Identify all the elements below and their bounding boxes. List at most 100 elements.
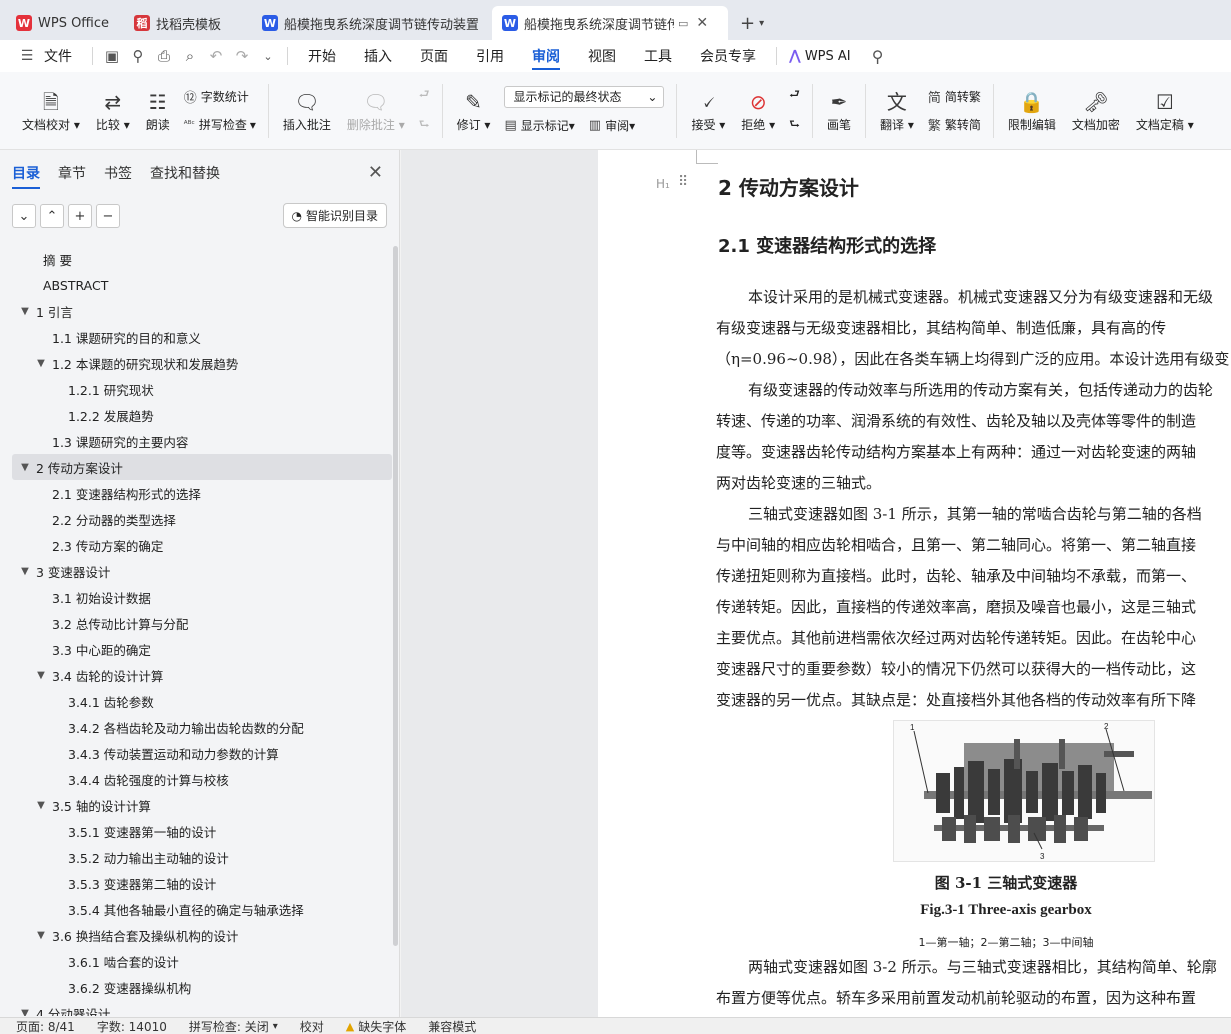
- toc-item[interactable]: 3.1 初始设计数据: [12, 584, 392, 610]
- missing-font-indicator[interactable]: ▲ 缺失字体: [346, 1018, 406, 1034]
- proof-indicator[interactable]: 校对: [300, 1018, 324, 1034]
- toc-item[interactable]: ▼ 1.2 本课题的研究现状和发展趋势: [12, 350, 392, 376]
- toc-item[interactable]: ▼ 1 引言: [12, 298, 392, 324]
- expand-arrow-icon[interactable]: ▼: [18, 306, 32, 317]
- previous-change-icon[interactable]: ⮐: [789, 86, 800, 106]
- read-aloud-button[interactable]: ☷ 朗读: [138, 79, 178, 143]
- toc-item[interactable]: 2.2 分动器的类型选择: [12, 506, 392, 532]
- toc-item[interactable]: 3.5.4 其他各轴最小直径的确定与轴承选择: [12, 896, 392, 922]
- menu-insert[interactable]: 插入: [350, 40, 406, 72]
- chevron-down-icon[interactable]: ▾: [759, 18, 764, 29]
- toc-item[interactable]: 3.4.3 传动装置运动和动力参数的计算: [12, 740, 392, 766]
- undo-icon[interactable]: ↶: [203, 40, 229, 72]
- save-icon[interactable]: ▣: [99, 40, 125, 72]
- toc-item[interactable]: ABSTRACT: [12, 272, 392, 298]
- toc-item[interactable]: 2.1 变速器结构形式的选择: [12, 480, 392, 506]
- markup-state-select[interactable]: 显示标记的最终状态 ⌄: [504, 85, 665, 108]
- expand-arrow-icon[interactable]: ▼: [34, 670, 48, 681]
- toc-item[interactable]: 3.6.1 啮合套的设计: [12, 948, 392, 974]
- toc-item[interactable]: 1.1 课题研究的目的和意义: [12, 324, 392, 350]
- to-traditional-button[interactable]: 简简转繁: [928, 87, 981, 107]
- toc-item[interactable]: 1.3 课题研究的主要内容: [12, 428, 392, 454]
- sidebar-scrollbar[interactable]: [393, 246, 398, 946]
- wps-ai-button[interactable]: ⋀ WPS AI: [783, 40, 865, 72]
- document-page[interactable]: H₁ ⠿ 2 传动方案设计 2.1 变速器结构形式的选择 本设计采用的是机械式变…: [598, 150, 1231, 1017]
- revise-button[interactable]: ✎ 修订 ▾: [449, 79, 499, 143]
- tab-find-replace[interactable]: 查找和替换: [150, 163, 220, 183]
- smart-toc-button[interactable]: ◔ 智能识别目录: [282, 203, 387, 228]
- expand-arrow-icon[interactable]: ▼: [18, 1008, 32, 1017]
- close-icon[interactable]: ✕: [696, 15, 708, 31]
- print-icon[interactable]: ⎙: [151, 40, 177, 72]
- toc-item[interactable]: 3.4.4 齿轮强度的计算与校核: [12, 766, 392, 792]
- toc-item[interactable]: 3.6.2 变速器操纵机构: [12, 974, 392, 1000]
- review-pane-button[interactable]: ▥ 审阅 ▾: [589, 116, 635, 136]
- pen-button[interactable]: ✒ 画笔: [819, 79, 859, 143]
- previous-comment-icon[interactable]: ⮐: [419, 86, 430, 106]
- tab-bookmarks[interactable]: 书签: [104, 163, 132, 183]
- expand-arrow-icon[interactable]: ▼: [18, 566, 32, 577]
- menu-reference[interactable]: 引用: [462, 40, 518, 72]
- next-change-icon[interactable]: ⮑: [789, 116, 800, 136]
- toc-item[interactable]: ▼ 3.4 齿轮的设计计算: [12, 662, 392, 688]
- plus-icon[interactable]: +: [68, 204, 92, 228]
- link-icon[interactable]: ⚲: [125, 40, 151, 72]
- toc-item[interactable]: 摘 要: [12, 246, 392, 272]
- insert-comment-button[interactable]: 🗨 插入批注: [275, 79, 339, 143]
- to-simplified-button[interactable]: 繁繁转简: [928, 115, 981, 135]
- restrict-edit-button[interactable]: 🔒 限制编辑: [1000, 79, 1064, 143]
- toc-item[interactable]: ▼ 3 变速器设计: [12, 558, 392, 584]
- toc-item[interactable]: ▼ 3.6 换挡结合套及操纵机构的设计: [12, 922, 392, 948]
- expand-arrow-icon[interactable]: ▼: [34, 930, 48, 941]
- accept-button[interactable]: 🗸 接受 ▾: [683, 79, 733, 143]
- compare-button[interactable]: ⇄ 比较 ▾: [88, 79, 138, 143]
- new-tab-button[interactable]: + ▾: [732, 6, 772, 40]
- collapse-up-icon[interactable]: ⌃: [40, 204, 64, 228]
- next-comment-icon[interactable]: ⮑: [419, 116, 430, 136]
- word-count-indicator[interactable]: 字数: 14010: [97, 1018, 167, 1034]
- doc-check-button[interactable]: 🗎 文档校对 ▾: [14, 79, 88, 143]
- menu-page[interactable]: 页面: [406, 40, 462, 72]
- toc-item[interactable]: 3.5.3 变速器第二轴的设计: [12, 870, 392, 896]
- menu-home[interactable]: 开始: [294, 40, 350, 72]
- toc-item[interactable]: ▼ 2 传动方案设计: [12, 454, 392, 480]
- word-count-button[interactable]: ⑫ 字数统计: [184, 87, 256, 107]
- menu-file[interactable]: 文件: [40, 40, 86, 72]
- tab-document-1[interactable]: W 船模拖曳系统深度调节链传动装置设计: [252, 6, 488, 40]
- close-icon[interactable]: ✕: [368, 162, 383, 183]
- expand-arrow-icon[interactable]: ▼: [34, 800, 48, 811]
- encrypt-button[interactable]: 🗝 文档加密: [1064, 79, 1128, 143]
- tab-sections[interactable]: 章节: [58, 163, 86, 183]
- toc-item[interactable]: 3.4.2 各档齿轮及动力输出齿轮齿数的分配: [12, 714, 392, 740]
- minus-icon[interactable]: −: [96, 204, 120, 228]
- tab-document-2[interactable]: W 船模拖曳系统深度调节链传动 ▭ ✕: [492, 6, 728, 40]
- spell-check-indicator[interactable]: 拼写检查: 关闭 ▾: [189, 1018, 278, 1034]
- expand-arrow-icon[interactable]: ▼: [18, 462, 32, 473]
- search-icon[interactable]: ⚲: [865, 40, 891, 72]
- translate-button[interactable]: 文 翻译 ▾: [872, 79, 922, 143]
- menu-view[interactable]: 视图: [574, 40, 630, 72]
- toc-item[interactable]: 3.5.1 变速器第一轴的设计: [12, 818, 392, 844]
- toc-item[interactable]: 3.5.2 动力输出主动轴的设计: [12, 844, 392, 870]
- menu-review[interactable]: 审阅: [518, 40, 574, 72]
- print-preview-icon[interactable]: ⌕: [177, 40, 203, 72]
- spell-check-button[interactable]: ᴬᴮᶜ 拼写检查 ▾: [184, 115, 256, 135]
- toc-item[interactable]: 1.2.2 发展趋势: [12, 402, 392, 428]
- tab-wps-office[interactable]: W WPS Office: [6, 6, 120, 40]
- page-indicator[interactable]: 页面: 8/41: [16, 1018, 75, 1034]
- expand-arrow-icon[interactable]: ▼: [34, 358, 48, 369]
- menu-member[interactable]: 会员专享: [686, 40, 770, 72]
- menu-tools[interactable]: 工具: [630, 40, 686, 72]
- drag-handle-icon[interactable]: ⠿: [678, 174, 688, 190]
- tab-template[interactable]: 稻 找稻壳模板: [124, 6, 248, 40]
- toc-item[interactable]: ▼ 3.5 轴的设计计算: [12, 792, 392, 818]
- redo-icon[interactable]: ↷: [229, 40, 255, 72]
- toc-item[interactable]: 3.4.1 齿轮参数: [12, 688, 392, 714]
- delete-comment-button[interactable]: 🗨 删除批注 ▾: [339, 79, 413, 143]
- reject-button[interactable]: ⊘ 拒绝 ▾: [733, 79, 783, 143]
- toc-item[interactable]: 3.2 总传动比计算与分配: [12, 610, 392, 636]
- finalize-button[interactable]: ☑ 文档定稿 ▾: [1128, 79, 1202, 143]
- hamburger-icon[interactable]: ☰: [14, 40, 40, 72]
- toc-item[interactable]: 3.3 中心距的确定: [12, 636, 392, 662]
- toc-item[interactable]: 1.2.1 研究现状: [12, 376, 392, 402]
